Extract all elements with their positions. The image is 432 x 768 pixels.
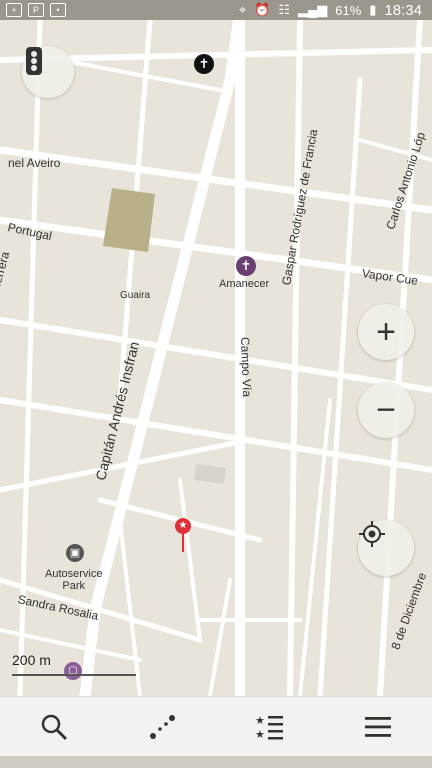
my-location-button[interactable] xyxy=(358,520,414,576)
menu-button[interactable] xyxy=(348,702,408,752)
traffic-button[interactable] xyxy=(22,46,74,98)
svg-text:★: ★ xyxy=(255,729,265,741)
route-button[interactable] xyxy=(132,702,192,752)
search-icon xyxy=(41,714,68,741)
street-label-campo-via: Campo Vía xyxy=(238,336,255,398)
car-service-icon[interactable]: ▣ xyxy=(66,544,84,562)
park-area xyxy=(103,188,155,252)
p-box-icon: P xyxy=(28,3,44,17)
street-label-aveiro: nel Aveiro xyxy=(8,156,61,170)
notification-icon: • xyxy=(50,3,66,17)
wifi-icon: ☷ xyxy=(278,2,291,17)
status-bar: + P • ⌖ ⏰ ☷ ▂▄▆ 61% ▮ 18:34 xyxy=(0,0,432,20)
place-label-autoservice: Autoservice Park xyxy=(45,568,103,592)
selected-location-marker[interactable]: ★ xyxy=(175,518,191,552)
scale-label: 200 m xyxy=(12,652,51,668)
search-button[interactable] xyxy=(24,702,84,752)
bookmarks-button[interactable]: ★ ★ xyxy=(240,702,300,752)
my-location-icon xyxy=(359,521,385,547)
star-icon: ★ xyxy=(175,518,191,534)
zoom-out-button[interactable]: − xyxy=(358,382,414,438)
menu-icon xyxy=(365,717,391,737)
battery-label: 61% xyxy=(335,2,362,18)
plus-box-icon: + xyxy=(6,3,22,17)
route-icon xyxy=(150,715,175,739)
location-pin-icon: ⌖ xyxy=(238,2,247,17)
place-label-guaira: Guaira xyxy=(120,290,151,301)
place-label-amanecer: Amanecer xyxy=(219,278,270,290)
traffic-light-icon xyxy=(26,47,42,75)
clock: 18:34 xyxy=(384,1,422,19)
church-icon-amanecer[interactable]: ✝ xyxy=(236,256,256,276)
zoom-in-button[interactable]: + xyxy=(358,304,414,360)
alarm-icon: ⏰ xyxy=(254,2,271,17)
bottom-toolbar: ★ ★ xyxy=(0,696,432,757)
bookmarks-icon: ★ ★ xyxy=(255,715,283,741)
map-view[interactable]: nel Aveiro Portugal o de Herrera Capitán… xyxy=(0,20,432,696)
battery-icon: ▮ xyxy=(369,2,377,17)
svg-text:★: ★ xyxy=(255,715,265,727)
map-scale: 200 m xyxy=(12,652,136,680)
signal-icon: ▂▄▆ xyxy=(298,2,328,17)
system-nav-bar xyxy=(0,756,432,768)
map-roads xyxy=(0,20,432,696)
church-icon[interactable]: ✝ xyxy=(194,54,214,74)
